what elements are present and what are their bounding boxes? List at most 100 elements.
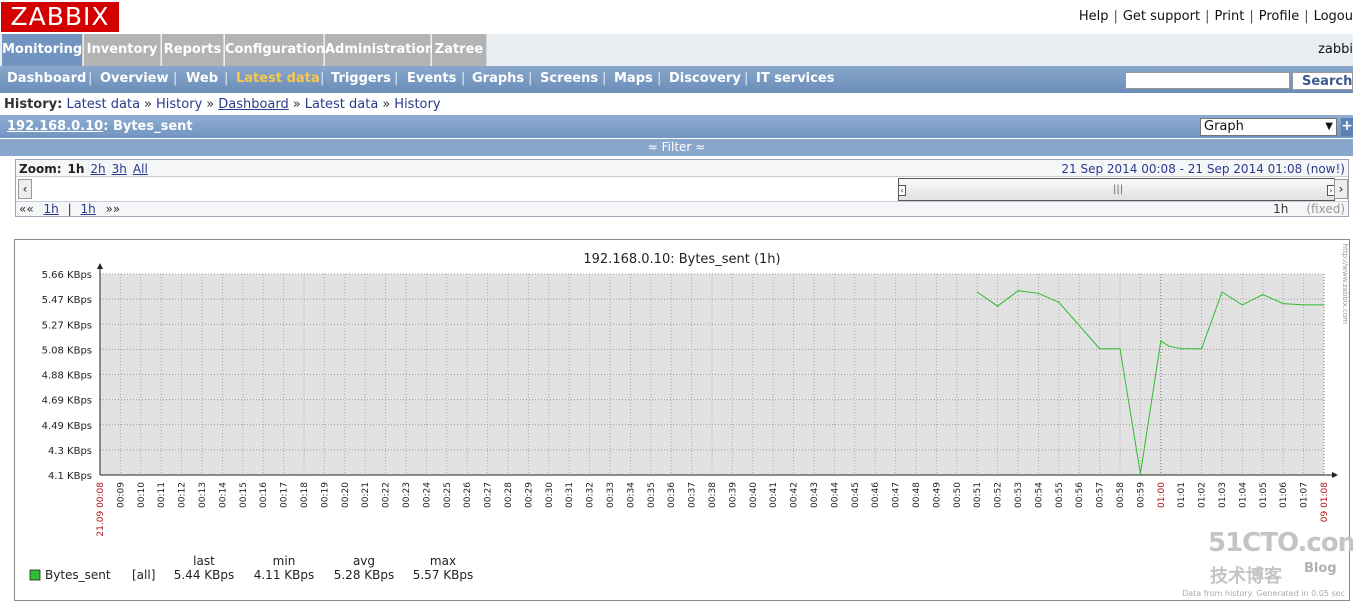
x-tick-label: 00:57 [1096,482,1106,508]
x-tick-label: 01:01 [1177,482,1187,508]
submenu-graphs[interactable]: Graphs [472,71,524,86]
grip-icon: ||| [1113,184,1124,195]
x-tick-label: 00:16 [259,482,269,508]
header-links: Help | Get support | Print | Profile | Logou [1078,9,1353,24]
x-tick-label: 00:12 [178,482,188,508]
view-select[interactable]: Graph ▼ [1200,118,1337,136]
tab-monitoring[interactable]: Monitoring [2,34,83,66]
series-point [1303,304,1305,306]
get-support-link[interactable]: Get support [1123,9,1200,24]
zoom-3h[interactable]: 3h [112,162,127,176]
submenu-overview[interactable]: Overview [100,71,169,86]
breadcrumb-latest-data[interactable]: Latest data [66,97,140,112]
nav-step-back[interactable]: 1h [44,202,59,216]
chart-title: 192.168.0.10: Bytes_sent (1h) [583,252,780,267]
nav-back-icon[interactable]: «« [19,202,34,216]
submenu-latest-data[interactable]: Latest data [236,71,320,86]
scroll-right-icon[interactable]: › [1334,179,1348,199]
host-link[interactable]: 192.168.0.10 [7,119,103,134]
profile-link[interactable]: Profile [1259,9,1299,24]
x-tick-label: 00:34 [626,482,636,508]
fixed-toggle[interactable]: (fixed) [1306,202,1345,216]
breadcrumb-latest-data-2[interactable]: Latest data [305,97,379,112]
submenu-web[interactable]: Web [186,71,218,86]
view-select-value: Graph [1204,119,1244,134]
x-tick-label: 09 01:08 [1320,482,1330,523]
breadcrumb-history-2[interactable]: History [394,97,440,112]
nav-forward-icon[interactable]: »» [106,202,121,216]
nav-row: «« 1h | 1h »» [19,202,121,216]
y-axis-arrow-icon [97,263,103,269]
add-to-favourites-button[interactable]: + [1341,118,1353,136]
logout-link[interactable]: Logou [1314,9,1353,24]
x-tick-label: 01:03 [1218,482,1228,508]
y-tick-label: 5.08 KBps [42,345,92,356]
zoom-all[interactable]: All [133,162,148,176]
legend-header: avg [353,554,375,568]
series-point [976,291,978,293]
x-tick-label: 01:07 [1300,482,1310,508]
x-tick-label: 00:30 [545,482,555,508]
x-tick-label: 00:26 [463,482,473,508]
zoom-2h[interactable]: 2h [90,162,105,176]
tab-zatree[interactable]: Zatree [432,34,487,66]
item-name: : Bytes_sent [103,119,193,134]
search-button[interactable]: Search [1292,72,1353,90]
x-tick-label: 00:54 [1034,482,1044,508]
x-tick-label: 01:00 [1157,482,1167,508]
series-point [1119,348,1121,350]
x-tick-label: 00:10 [137,482,147,508]
x-tick-label: 00:22 [382,482,392,508]
x-tick-label: 00:58 [1116,482,1126,508]
history-graph: 192.168.0.10: Bytes_sent (1h) 5.66 KBps 5.… [29,244,1349,598]
submenu-discovery[interactable]: Discovery [669,71,741,86]
page-title-bar: 192.168.0.10: Bytes_sent [0,115,1353,138]
tab-administration[interactable]: Administration [325,34,434,66]
y-tick-label: 4.3 KBps [48,446,92,457]
username: zabbi [1318,42,1353,57]
x-tick-label: 00:37 [688,482,698,508]
x-tick-label: 00:56 [1075,482,1085,508]
submenu-it-services[interactable]: IT services [756,71,834,86]
breadcrumb-dashboard[interactable]: Dashboard [218,97,289,112]
search-input[interactable] [1125,72,1290,89]
scroll-thumb[interactable]: ‹ ||| › [898,178,1335,201]
x-tick-label: 00:18 [300,482,310,508]
scroll-left-icon[interactable]: ‹ [18,179,32,199]
zabbix-logo[interactable]: ZABBIX [1,2,119,32]
series-point [1262,294,1264,296]
x-tick-label: 00:47 [892,482,902,508]
scroll-track[interactable]: ‹ ‹ ||| › › [16,176,1348,202]
series-point [1241,304,1243,306]
submenu-dashboard[interactable]: Dashboard [7,71,86,86]
thumb-left-handle-icon[interactable]: ‹ [898,185,906,196]
zoom-1h[interactable]: 1h [68,162,85,176]
x-tick-label: 00:36 [667,482,677,508]
tab-inventory[interactable]: Inventory [84,34,161,66]
series-point [1323,304,1325,306]
legend-value: 5.28 KBps [334,568,395,582]
zabbix-url-note: http://www.zabbix.com [1341,244,1349,324]
submenu-screens[interactable]: Screens [540,71,598,86]
filter-toggle[interactable]: ≈ Filter ≈ [0,139,1353,156]
x-tick-label: 00:14 [218,482,228,508]
series-point [1180,348,1182,350]
tab-configuration[interactable]: Configuration [225,34,325,66]
x-tick-label: 00:21 [361,482,371,508]
main-menu: Monitoring Inventory Reports Configurati… [0,34,1353,66]
x-axis-arrow-icon [1332,472,1338,478]
series-point [1058,301,1060,303]
nav-step-forward[interactable]: 1h [80,202,95,216]
submenu-triggers[interactable]: Triggers [331,71,391,86]
breadcrumb-history[interactable]: History [156,97,202,112]
graph-footer: Data from history. Generated in 0.05 sec [1182,589,1345,598]
print-link[interactable]: Print [1214,9,1244,24]
help-link[interactable]: Help [1079,9,1109,24]
tab-reports[interactable]: Reports [162,34,224,66]
submenu-maps[interactable]: Maps [614,71,653,86]
legend-header: last [193,554,215,568]
x-tick-label: 00:15 [239,482,249,508]
page-title: 192.168.0.10: Bytes_sent [7,119,193,134]
submenu-events[interactable]: Events [407,71,456,86]
nav-period: 1h (fixed) [1273,202,1345,216]
